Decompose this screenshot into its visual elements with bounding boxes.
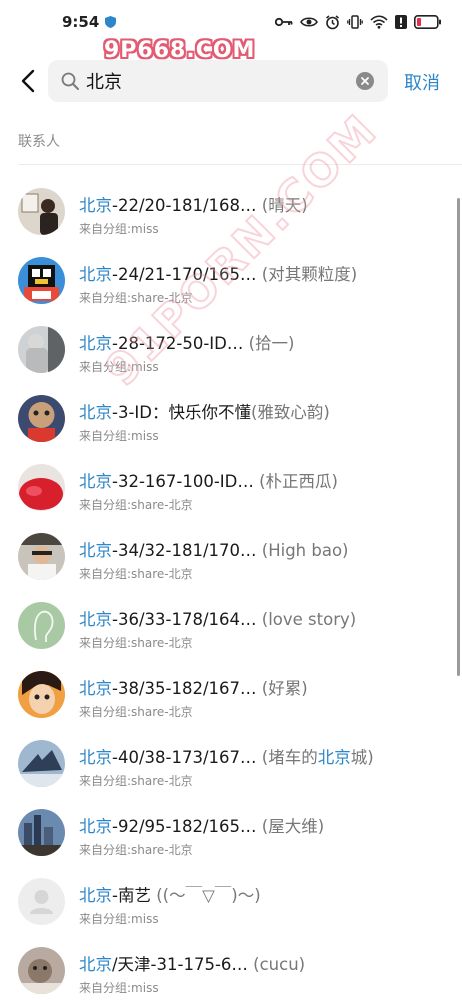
divider: [18, 164, 462, 165]
contact-item[interactable]: 北京-34/32-181/170… (High bao) 来自分组:share-…: [0, 523, 462, 592]
contact-group: 来自分组:share-北京: [79, 843, 193, 857]
contact-group: 来自分组:share-北京: [79, 498, 193, 512]
contact-name: 北京-22/20-181/168… (晴天): [79, 196, 308, 215]
contact-name: 北京-92/95-182/165… (屋大维): [79, 817, 325, 836]
avatar: [18, 602, 65, 649]
contact-name: 北京-32-167-100-ID… (朴正西瓜): [79, 472, 338, 491]
contact-name: 北京-28-172-50-ID… (拾一): [79, 334, 295, 353]
contact-name: 北京-40/38-173/167… (堵车的北京城): [79, 748, 374, 767]
contact-item[interactable]: 北京-32-167-100-ID… (朴正西瓜) 来自分组:share-北京: [0, 454, 462, 523]
contact-name: 北京/天津-31-175-6… (cucu): [79, 955, 306, 974]
contact-list: 北京-22/20-181/168… (晴天) 来自分组:miss 北京-24/2…: [0, 178, 462, 1000]
back-arrow-icon: [21, 69, 35, 93]
contact-item[interactable]: 北京-38/35-182/167… (好累) 来自分组:share-北京: [0, 661, 462, 730]
avatar: [18, 947, 65, 994]
avatar: [18, 257, 65, 304]
status-icons: [275, 14, 442, 30]
avatar: [18, 740, 65, 787]
contact-name: 北京-24/21-170/165… (对其颗粒度): [79, 265, 358, 284]
avatar: [18, 326, 65, 373]
section-title: 联系人: [18, 134, 60, 150]
avatar: [18, 464, 65, 511]
avatar: [18, 809, 65, 856]
battery-icon: [414, 15, 441, 29]
key-icon: [275, 17, 293, 27]
avatar: [18, 878, 65, 925]
avatar: [18, 188, 65, 235]
status-time: 9:54: [62, 13, 100, 31]
cancel-button[interactable]: 取消: [404, 69, 440, 95]
contact-item[interactable]: 北京-3-ID：快乐你不懂(雅致心韵) 来自分组:miss: [0, 385, 462, 454]
shield-icon: [105, 16, 117, 28]
contact-name: 北京-38/35-182/167… (好累): [79, 679, 308, 698]
search-icon: [61, 72, 79, 90]
contact-group: 来自分组:miss: [79, 429, 159, 443]
contact-group: 来自分组:share-北京: [79, 774, 193, 788]
search-bar: 取消: [0, 58, 462, 104]
contact-group: 来自分组:miss: [79, 912, 159, 926]
avatar: [18, 671, 65, 718]
contact-item[interactable]: 北京-南艺 ((～￣▽￣)～) 来自分组:miss: [0, 868, 462, 937]
contact-item[interactable]: 北京-24/21-170/165… (对其颗粒度) 来自分组:share-北京: [0, 247, 462, 316]
contact-item[interactable]: 北京-28-172-50-ID… (拾一) 来自分组:miss: [0, 316, 462, 385]
contact-group: 来自分组:miss: [79, 981, 159, 995]
contact-group: 来自分组:share-北京: [79, 636, 193, 650]
alert-icon: [395, 15, 407, 29]
scrollbar[interactable]: [457, 198, 460, 676]
wifi-icon: [370, 15, 388, 29]
clear-icon[interactable]: [356, 72, 374, 90]
watermark-logo: 9P668.COM: [104, 38, 256, 63]
vibrate-icon: [347, 15, 363, 29]
contact-group: 来自分组:share-北京: [79, 705, 193, 719]
contact-item[interactable]: 北京/天津-31-175-6… (cucu) 来自分组:miss: [0, 937, 462, 1000]
contact-group: 来自分组:miss: [79, 360, 159, 374]
contact-item[interactable]: 北京-22/20-181/168… (晴天) 来自分组:miss: [0, 178, 462, 247]
contact-item[interactable]: 北京-36/33-178/164… (love story) 来自分组:shar…: [0, 592, 462, 661]
contact-group: 来自分组:miss: [79, 222, 159, 236]
contact-name: 北京-34/32-181/170… (High bao): [79, 541, 349, 560]
contact-name: 北京-南艺 ((～￣▽￣)～): [79, 886, 261, 905]
contact-group: 来自分组:share-北京: [79, 567, 193, 581]
alarm-icon: [326, 14, 339, 29]
avatar: [18, 395, 65, 442]
contact-group: 来自分组:share-北京: [79, 291, 193, 305]
contact-name: 北京-3-ID：快乐你不懂(雅致心韵): [79, 403, 330, 422]
search-input[interactable]: [86, 60, 336, 102]
search-box[interactable]: [48, 60, 388, 102]
contact-name: 北京-36/33-178/164… (love story): [79, 610, 357, 629]
avatar: [18, 533, 65, 580]
contact-item[interactable]: 北京-92/95-182/165… (屋大维) 来自分组:share-北京: [0, 799, 462, 868]
eye-icon: [300, 17, 318, 27]
back-button[interactable]: [14, 67, 42, 95]
contact-item[interactable]: 北京-40/38-173/167… (堵车的北京城) 来自分组:share-北京: [0, 730, 462, 799]
